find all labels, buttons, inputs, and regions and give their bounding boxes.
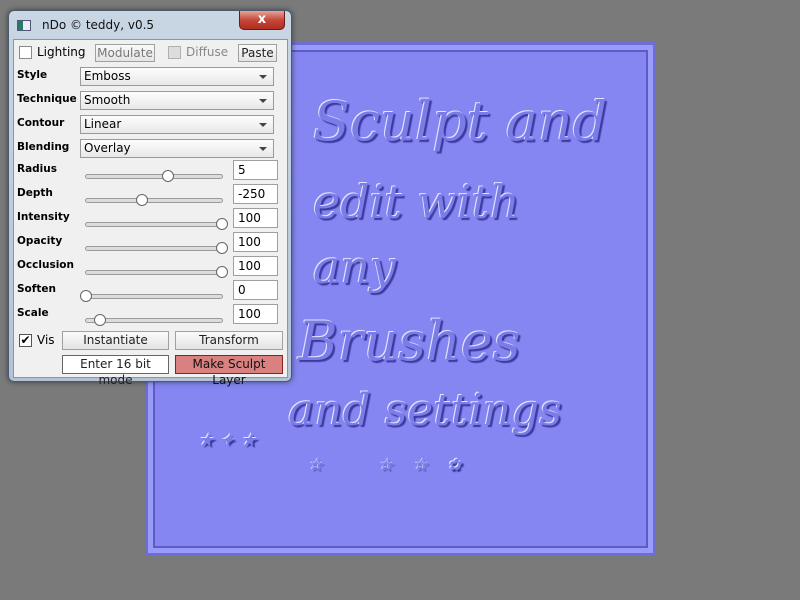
- intensity-slider-thumb[interactable]: [216, 218, 228, 230]
- title-bar[interactable]: nDo © teddy, v0.5 x: [9, 11, 291, 39]
- stars-decoration: ★ ✦ ★: [198, 430, 257, 451]
- scale-input[interactable]: 100: [233, 304, 278, 324]
- soften-slider[interactable]: [80, 290, 223, 302]
- blending-value: Overlay: [84, 141, 131, 155]
- occlusion-input[interactable]: 100: [233, 256, 278, 276]
- soften-input[interactable]: 0: [233, 280, 278, 300]
- scale-label: Scale: [17, 307, 49, 319]
- depth-slider[interactable]: [85, 194, 223, 206]
- occlusion-label: Occlusion: [17, 259, 74, 271]
- opacity-slider-thumb[interactable]: [216, 242, 228, 254]
- style-dropdown[interactable]: Emboss: [80, 67, 274, 86]
- transform-button[interactable]: Transform: [175, 331, 283, 350]
- enter-16-bit-mode-button[interactable]: Enter 16 bit mode: [62, 355, 169, 387]
- radius-slider[interactable]: [85, 170, 223, 182]
- ndo-window: nDo © teddy, v0.5 x Lighting Modulate Di…: [8, 10, 292, 387]
- stars-decoration: ☆ ☆ ☆ ✿: [308, 455, 462, 474]
- paste-button[interactable]: Paste: [238, 44, 277, 62]
- window-title: nDo © teddy, v0.5: [42, 18, 155, 32]
- opacity-slider[interactable]: [85, 242, 228, 254]
- modulate-button[interactable]: Modulate: [95, 44, 155, 62]
- vis-checkbox[interactable]: ✔: [19, 334, 32, 347]
- technique-dropdown[interactable]: Smooth: [80, 91, 274, 110]
- canvas-text-line: Brushes: [298, 310, 521, 373]
- canvas-text-line: any: [313, 240, 397, 294]
- style-label: Style: [17, 69, 48, 81]
- depth-slider-thumb[interactable]: [135, 194, 148, 206]
- canvas-text-line: and settings: [288, 385, 562, 436]
- style-value: Emboss: [84, 69, 131, 83]
- controls-panel: Lighting Modulate Diffuse Paste Style Em…: [13, 39, 288, 387]
- soften-slider-thumb[interactable]: [80, 290, 92, 302]
- chevron-down-icon: [259, 75, 267, 79]
- scale-slider-thumb[interactable]: [93, 314, 106, 326]
- lighting-checkbox[interactable]: [19, 46, 32, 59]
- scale-slider[interactable]: [85, 314, 223, 326]
- chevron-down-icon: [259, 147, 267, 151]
- radius-input[interactable]: 5: [233, 160, 278, 180]
- contour-value: Linear: [84, 117, 122, 131]
- depth-label: Depth: [17, 187, 53, 199]
- opacity-label: Opacity: [17, 235, 63, 247]
- lighting-label: Lighting: [37, 45, 86, 59]
- blending-dropdown[interactable]: Overlay: [80, 139, 274, 158]
- canvas-text-line: edit with: [313, 175, 520, 229]
- intensity-slider[interactable]: [85, 218, 228, 230]
- occlusion-slider[interactable]: [85, 266, 228, 278]
- technique-label: Technique: [17, 93, 77, 105]
- vis-label: Vis: [37, 333, 55, 347]
- canvas-text-line: Sculpt and: [313, 90, 608, 153]
- radius-slider-thumb[interactable]: [161, 170, 174, 182]
- contour-label: Contour: [17, 117, 65, 129]
- diffuse-label: Diffuse: [186, 45, 229, 59]
- radius-label: Radius: [17, 163, 58, 175]
- chevron-down-icon: [259, 123, 267, 127]
- soften-label: Soften: [17, 283, 56, 295]
- make-sculpt-layer-button[interactable]: Make Sculpt Layer: [175, 355, 283, 387]
- diffuse-checkbox[interactable]: [168, 46, 181, 59]
- contour-dropdown[interactable]: Linear: [80, 115, 274, 134]
- depth-input[interactable]: -250: [233, 184, 278, 204]
- opacity-input[interactable]: 100: [233, 232, 278, 252]
- blending-label: Blending: [17, 141, 70, 153]
- intensity-input[interactable]: 100: [233, 208, 278, 228]
- close-button[interactable]: x: [239, 11, 285, 30]
- technique-value: Smooth: [84, 93, 131, 107]
- chevron-down-icon: [259, 99, 267, 103]
- occlusion-slider-thumb[interactable]: [216, 266, 228, 278]
- instantiate-button[interactable]: Instantiate: [62, 331, 169, 350]
- intensity-label: Intensity: [17, 211, 70, 223]
- app-icon: [17, 20, 31, 31]
